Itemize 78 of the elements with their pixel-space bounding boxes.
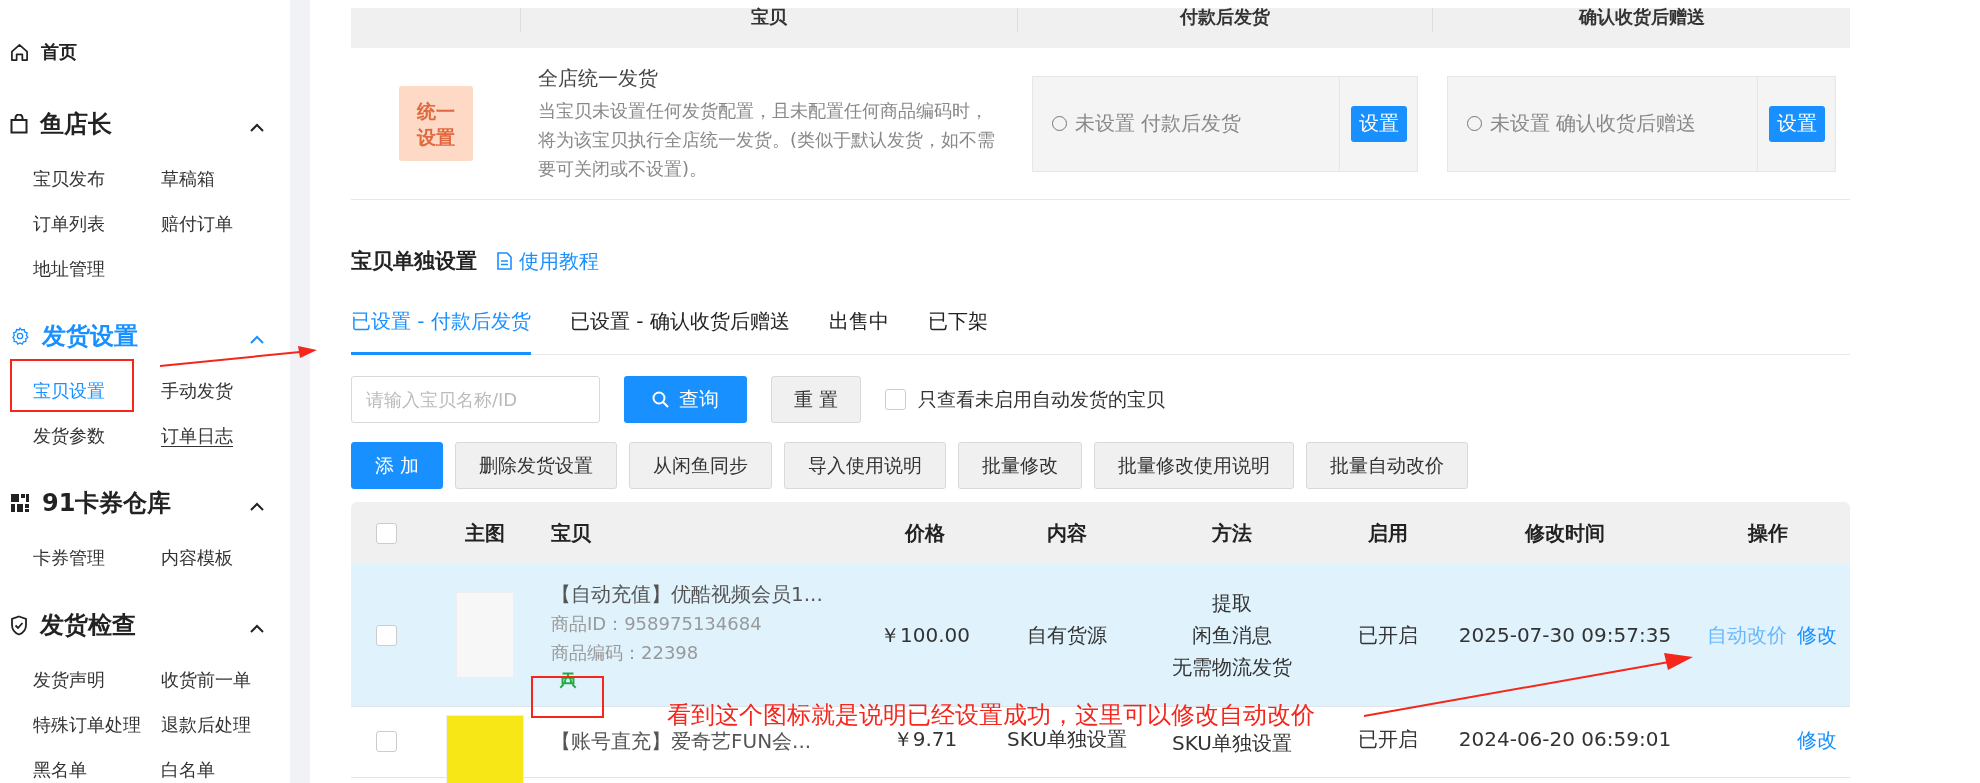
document-icon (497, 252, 512, 270)
sidebar-item[interactable]: 赔付订单 (161, 208, 233, 240)
search-field[interactable]: 请输入宝贝名称/ID (351, 376, 600, 423)
column-header: 宝贝 (520, 8, 1017, 32)
product-title[interactable]: 【自动充值】优酷视频会员1... (551, 579, 823, 608)
tab[interactable]: 出售中 (828, 295, 889, 355)
modified-time: 2024-06-20 06:59:01 (1458, 727, 1672, 751)
sidebar-item[interactable]: 收货前一单 (161, 664, 251, 696)
sidebar-item[interactable]: 订单日志 (161, 420, 233, 452)
column-header: 修改时间 (1524, 519, 1606, 547)
method-list: 提取 闲鱼消息 无需物流发货 (1172, 587, 1292, 683)
shield-check-icon (10, 614, 28, 636)
sidebar-item[interactable]: 退款后处理 (161, 709, 251, 741)
product-id: 商品ID：958975134684 (551, 611, 762, 636)
column-header: 付款后发货 (1017, 8, 1432, 32)
column-header: 内容 (1046, 519, 1088, 547)
sidebar-item[interactable]: 草稿箱 (161, 163, 215, 195)
row-checkbox[interactable] (375, 731, 397, 752)
search-icon (652, 391, 669, 408)
option-label: 未设置 确认收货后赠送 (1490, 110, 1697, 137)
content-source: SKU单独设置 (1007, 727, 1127, 751)
section-title: 宝贝单独设置 (351, 248, 477, 275)
grid-icon (10, 493, 30, 513)
chevron-up-icon[interactable] (250, 123, 264, 132)
enabled-status: 已开启 (1358, 623, 1418, 647)
method-list: SKU单独设置 (1172, 727, 1292, 759)
column-header: 价格 (903, 519, 946, 547)
select-all-checkbox[interactable] (375, 522, 397, 544)
chevron-up-icon[interactable] (250, 624, 264, 633)
reset-button[interactable]: 重 置 (771, 376, 862, 423)
action-button[interactable]: 从闲鱼同步 (629, 442, 773, 489)
chevron-up-icon[interactable] (250, 502, 264, 511)
sidebar-item[interactable]: 黑名单 (33, 754, 87, 783)
content-source: 自有货源 (1027, 623, 1107, 647)
checkbox[interactable] (885, 389, 907, 410)
sidebar-item[interactable]: 宝贝发布 (33, 163, 105, 195)
action-button[interactable]: 批量修改使用说明 (1094, 442, 1295, 489)
option-label: 未设置 付款后发货 (1075, 110, 1242, 137)
action-button[interactable]: 删除发货设置 (455, 442, 618, 489)
action-button[interactable]: 批量自动改价 (1306, 442, 1469, 489)
home-icon (10, 42, 29, 62)
checkbox-label: 只查看未启用自动发货的宝贝 (918, 386, 1166, 412)
price: ￥100.00 (880, 623, 970, 647)
sidebar-group-title[interactable]: 91卡券仓库 (42, 487, 238, 519)
sidebar-item[interactable]: 白名单 (161, 754, 215, 783)
home-link[interactable]: 首页 (41, 36, 77, 68)
tab[interactable]: 已下架 (927, 295, 988, 355)
setting-title: 全店统一发货 (538, 64, 659, 92)
sidebar-item[interactable]: 地址管理 (33, 253, 105, 285)
sidebar-item[interactable]: 发货参数 (33, 420, 105, 452)
modified-time: 2025-07-30 09:57:35 (1458, 623, 1672, 647)
tab[interactable]: 已设置 - 确认收货后赠送 (569, 295, 790, 355)
column-header: 确认收货后赠送 (1432, 8, 1850, 32)
shopping-bag-icon (10, 114, 28, 134)
annotation-note: 看到这个图标就是说明已经设置成功，这里可以修改自动改价 (667, 700, 1315, 729)
column-header: 主图 (464, 519, 506, 547)
sidebar-item[interactable]: 卡券管理 (33, 542, 105, 574)
sidebar-item[interactable]: 特殊订单处理 (33, 709, 141, 741)
column-header: 操作 (1746, 519, 1789, 547)
column-header: 启用 (1367, 519, 1409, 547)
setting-description: 当宝贝未设置任何发货配置，且未配置任何商品编码时，将为该宝贝执行全店统一发货。(类似于默认发货，如不需要可关闭或不设置)。 (538, 98, 997, 181)
enabled-status: 已开启 (1358, 727, 1418, 751)
sidebar-item[interactable]: 手动发货 (161, 375, 233, 407)
sidebar-item[interactable]: 发货声明 (33, 664, 105, 696)
product-code: 商品编码：22398 (551, 640, 699, 665)
settings-icon (10, 326, 30, 346)
product-title[interactable]: 【账号直充】爱奇艺FUN会... (551, 727, 812, 755)
sidebar-group-title[interactable]: 鱼店长 (40, 108, 238, 140)
sidebar-item[interactable]: 订单列表 (33, 208, 105, 240)
price: ￥9.71 (892, 727, 958, 751)
row-checkbox[interactable] (375, 624, 397, 646)
column-header: 宝贝 (550, 519, 592, 547)
action-button[interactable]: 批量修改 (958, 442, 1083, 489)
column-header: 方法 (1211, 519, 1253, 547)
unified-setting-badge: 统一设置 (398, 86, 473, 161)
action-button[interactable]: 导入使用说明 (784, 442, 947, 489)
sidebar-group-title[interactable]: 发货检查 (40, 609, 238, 641)
sidebar-item[interactable]: 内容模板 (161, 542, 233, 574)
